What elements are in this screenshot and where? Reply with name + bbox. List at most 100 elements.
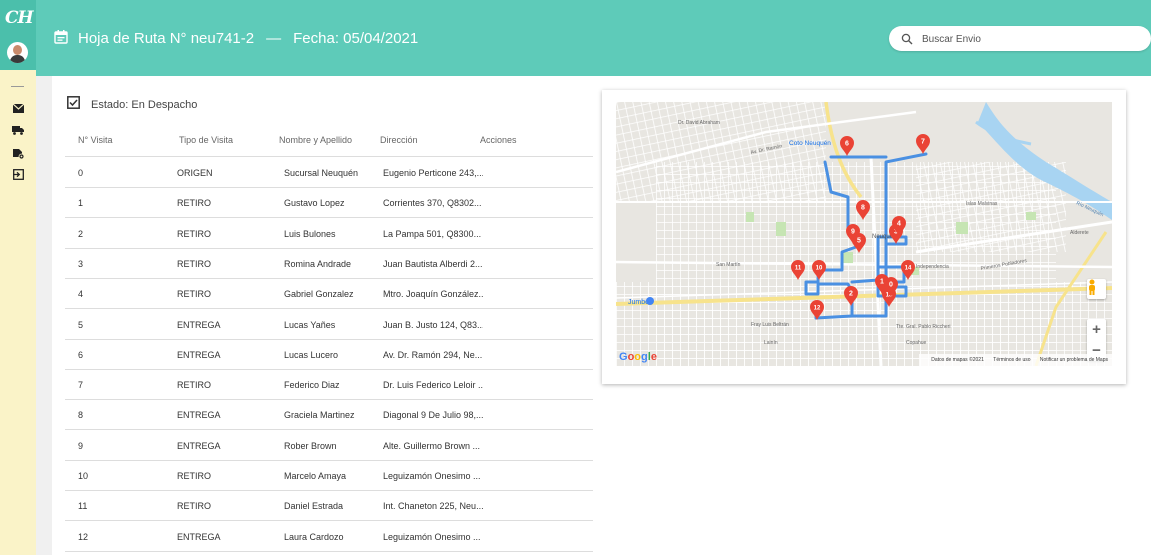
map-label-richieri: Tte. Gral. Pablo Riccheri (896, 324, 950, 330)
map-label-coto: Coto Neuquén (789, 140, 831, 147)
map-data-credit: Datos de mapas ©2021 (931, 357, 984, 363)
visit-type: RETIRO (177, 380, 212, 391)
map-marker-label: 2 (849, 291, 853, 298)
visit-number: 12 (78, 531, 89, 542)
table-row[interactable]: 3 RETIRO Romina Andrade Juan Bautista Alber… (65, 248, 593, 279)
table-row[interactable]: 8 ENTREGA Graciela Martinez Diagonal 9 De J… (65, 399, 593, 431)
visit-number: 7 (78, 380, 84, 391)
settings-icon[interactable] (11, 146, 25, 160)
map-label-alderete: Alderete (1070, 230, 1089, 236)
visit-address: Diagonal 9 De Julio 98,... (383, 410, 483, 421)
map-marker-label: 14 (905, 266, 912, 272)
visit-address: Leguizamón Onesimo ... (383, 471, 481, 481)
map-label-islas: Islas Malvinas (966, 201, 998, 207)
table-row[interactable]: 0 ORIGEN Sucursal Neuquén Eugenio Perticone… (65, 157, 593, 188)
visit-name: Federico Diaz (284, 380, 340, 391)
table-row[interactable]: 2 RETIRO Luis Bulones La Pampa 501, Q8300..… (65, 218, 593, 249)
status-label: Estado: En Despacho (91, 99, 198, 111)
visit-name: Lucas Lucero (284, 349, 339, 360)
visit-type: ENTREGA (177, 440, 221, 451)
col-header-actions: Acciones (480, 135, 517, 145)
mail-icon[interactable] (11, 101, 25, 115)
search-input[interactable] (920, 30, 1144, 49)
map-label-independencia: Independencia (916, 264, 949, 270)
map-marker-label: 7 (921, 139, 925, 146)
app-logo[interactable]: CH (5, 8, 34, 28)
map-marker-label: 4 (897, 221, 901, 228)
table-header: N° Visita Tipo de Visita Nombre y Apelli… (65, 134, 593, 157)
visit-number: 4 (78, 289, 84, 300)
route-label: Hoja de Ruta N° neu741-2 (78, 30, 255, 47)
visit-name: Marcelo Amaya (284, 471, 347, 481)
table-row[interactable]: 9 ENTREGA Rober Brown Alte. Guillermo Brown… (65, 430, 593, 461)
street-view-pegman[interactable] (1087, 279, 1106, 299)
route-map: Coto Neuquén Jumbo Islas Malvinas Río Ne… (602, 90, 1126, 384)
visit-type: ENTREGA (177, 319, 221, 330)
visit-type: ENTREGA (177, 349, 221, 360)
col-header-address: Dirección (380, 135, 418, 145)
map-report-link[interactable]: Notificar un problema de Maps (1040, 357, 1108, 363)
visit-number: 8 (78, 410, 84, 421)
visit-type: RETIRO (177, 289, 212, 300)
map-marker-label: 8 (861, 205, 865, 212)
table-row[interactable]: 1 RETIRO Gustavo Lopez Corrientes 370, Q830… (65, 187, 593, 219)
visit-type: ENTREGA (177, 531, 221, 542)
map-label-san-martin: San Martín (716, 262, 741, 268)
map-marker-label: 0 (889, 282, 893, 289)
table-row[interactable]: 10 RETIRO Marcelo Amaya Leguizamón Onesimo … (65, 460, 593, 491)
avatar[interactable] (7, 42, 28, 63)
visit-type: RETIRO (177, 471, 212, 481)
visit-number: 9 (78, 440, 84, 451)
visit-name: Daniel Estrada (284, 501, 344, 512)
map-label-jumbo: Jumbo (628, 299, 649, 306)
visit-number: 10 (78, 471, 89, 481)
calendar-icon (54, 30, 68, 44)
map-marker-label: 6 (845, 141, 849, 148)
sidebar-header: CH (0, 0, 36, 70)
map-marker-label: 12 (814, 306, 821, 312)
pegman-icon (1089, 279, 1095, 295)
visit-type: ENTREGA (177, 410, 221, 421)
map-marker-label: 5 (857, 238, 861, 245)
map-label-david: Dr. David Abraham (678, 120, 720, 126)
visit-number: 3 (78, 258, 84, 269)
avatar-head (13, 45, 22, 55)
visit-number: 0 (78, 168, 84, 178)
map-canvas[interactable]: Coto Neuquén Jumbo Islas Malvinas Río Ne… (616, 102, 1112, 366)
col-header-name: Nombre y Apellido (279, 135, 353, 145)
map-marker-label: 9 (851, 229, 855, 236)
visit-address: Corrientes 370, Q8302... (383, 198, 482, 209)
table-row[interactable]: 6 ENTREGA Lucas Lucero Av. Dr. Ramón 294, N… (65, 339, 593, 370)
table-row[interactable]: 5 ENTREGA Lucas Yañes Juan B. Justo 124, Q8… (65, 309, 593, 340)
map-attribution: Datos de mapas ©2021 Términos de uso Not… (919, 354, 1112, 366)
visit-type: RETIRO (177, 228, 212, 239)
visit-address: Leguizamón Onesimo ... (383, 531, 481, 542)
logout-icon[interactable] (11, 167, 25, 181)
map-label-copahue: Copahue (906, 340, 927, 346)
map-drawing: Coto Neuquén Jumbo Islas Malvinas Río Ne… (616, 102, 1112, 366)
visit-address: Eugenio Perticone 243,... (383, 168, 483, 178)
truck-icon[interactable] (11, 123, 25, 137)
table-row[interactable]: 4 RETIRO Gabriel Gonzalez Mtro. Joaquín Gon… (65, 278, 593, 310)
avatar-body (10, 55, 25, 63)
date-label: Fecha: 05/04/2021 (293, 30, 419, 47)
visit-name: Gabriel Gonzalez (284, 289, 354, 300)
map-marker-label: 1 (880, 279, 884, 286)
map-marker-label: 10 (816, 266, 823, 272)
visit-number: 6 (78, 349, 84, 360)
zoom-in-button[interactable]: + (1087, 319, 1106, 340)
visit-address: Dr. Luis Federico Leloir ... (383, 380, 483, 391)
table-row[interactable]: 7 RETIRO Federico Diaz Dr. Luis Federico Le… (65, 369, 593, 401)
table-row[interactable]: 11 RETIRO Daniel Estrada Int. Chaneton 225,… (65, 490, 593, 522)
visit-type: RETIRO (177, 258, 212, 269)
map-label-lainin: Lainín (764, 340, 778, 346)
visit-name: Graciela Martinez (284, 410, 355, 421)
table-row[interactable]: 12 ENTREGA Laura Cardozo Leguizamón Onesimo… (65, 521, 593, 552)
visit-number: 2 (78, 228, 84, 239)
visit-name: Gustavo Lopez (284, 198, 345, 209)
visit-type: ORIGEN (177, 168, 213, 178)
visit-address: Av. Dr. Ramón 294, Ne... (383, 349, 483, 360)
map-marker-label: 11 (795, 266, 802, 272)
search-box[interactable] (889, 26, 1151, 51)
map-terms-link[interactable]: Términos de uso (993, 357, 1030, 363)
